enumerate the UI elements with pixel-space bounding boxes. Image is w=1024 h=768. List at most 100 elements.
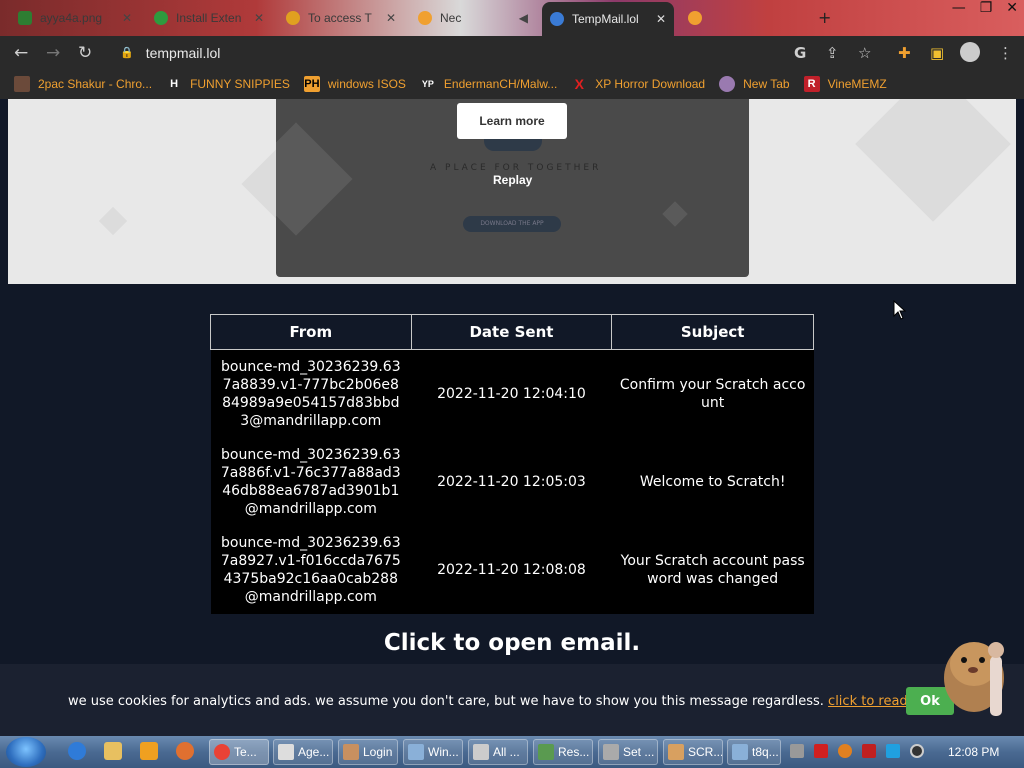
bookmark-label: VineMEMZ	[827, 77, 887, 91]
taskbar-item-age[interactable]: Age...	[273, 739, 333, 765]
taskbar-item-win[interactable]: Win...	[403, 739, 463, 765]
close-window-icon[interactable]: ✕	[1006, 0, 1018, 16]
bookmark-label: windows ISOS	[327, 77, 406, 91]
2pac-icon	[14, 76, 30, 92]
tab-3[interactable]: To access T ✕	[278, 4, 404, 32]
bookmark-vinememz[interactable]: R VineMEMZ	[803, 76, 887, 92]
side-panel-icon[interactable]: ▣	[930, 44, 944, 62]
bookmark-2pac[interactable]: 2pac Shakur - Chro...	[14, 76, 152, 92]
share-icon[interactable]: ⇪	[826, 44, 839, 62]
taskbar-item-label: Res...	[558, 745, 590, 759]
email-row[interactable]: bounce-md_30236239.637a886f.v1-76c377a88…	[210, 437, 814, 526]
email-row[interactable]: bounce-md_30236239.637a8839.v1-777bc2b06…	[210, 349, 814, 438]
decor-diamond	[855, 99, 1011, 222]
decor-diamond	[98, 206, 128, 236]
start-button[interactable]	[6, 737, 46, 767]
action-center-flag-icon[interactable]	[862, 744, 876, 758]
bookmark-endermanch[interactable]: YP EndermanCH/Malw...	[420, 76, 557, 92]
google-icon[interactable]: G	[794, 44, 806, 62]
taskbar-item-all[interactable]: All ...	[468, 739, 528, 765]
email-from[interactable]: bounce-md_30236239.637a8839.v1-777bc2b06…	[210, 349, 412, 438]
download-app-button[interactable]: DOWNLOAD THE APP	[463, 216, 561, 232]
internet-explorer-icon[interactable]	[68, 742, 86, 760]
decor-diamond	[276, 122, 353, 236]
taskbar-item-scr[interactable]: SCR...	[663, 739, 723, 765]
bookmark-xp-horror[interactable]: X XP Horror Download	[571, 76, 706, 92]
close-tab-icon[interactable]: ✕	[122, 11, 132, 25]
tab-1[interactable]: ayya4a.png ✕	[10, 4, 140, 32]
window-icon	[278, 744, 294, 760]
app-launcher-icon[interactable]	[176, 742, 194, 760]
close-tab-icon[interactable]: ✕	[386, 11, 396, 25]
close-tab-icon[interactable]: ✕	[254, 11, 264, 25]
page-content: A PLACE FOR TOGETHER Replay DOWNLOAD THE…	[0, 99, 1024, 736]
cookie-message: we use cookies for analytics and ads. we…	[68, 694, 946, 709]
tab-label: ayya4a.png	[40, 11, 103, 25]
maximize-icon[interactable]: ❐	[980, 0, 993, 16]
bookmark-star-icon[interactable]: ☆	[858, 44, 871, 62]
close-tab-icon[interactable]: ✕	[656, 12, 666, 26]
email-subject[interactable]: Confirm your Scratch account	[611, 349, 814, 438]
taskbar-item-t8q[interactable]: t8q...	[727, 739, 781, 765]
taskbar-item-label: Set ...	[623, 745, 655, 759]
new-tab-icon[interactable]: +	[818, 8, 831, 27]
email-date[interactable]: 2022-11-20 12:04:10	[411, 349, 612, 438]
bookmark-windows-isos[interactable]: PH windows ISOS	[303, 76, 406, 92]
tab-4[interactable]: Nec ◀	[410, 4, 536, 32]
shield-icon	[154, 11, 168, 25]
taskbar-item-res[interactable]: Res...	[533, 739, 593, 765]
settings-icon	[603, 744, 619, 760]
replay-button[interactable]: Replay	[493, 173, 532, 187]
bookmark-funny-snippies[interactable]: H FUNNY SNIPPIES	[166, 76, 290, 92]
r-logo-icon: R	[803, 76, 820, 92]
menu-kebab-icon[interactable]: ⋮	[998, 44, 1013, 62]
tray-v-icon[interactable]	[814, 744, 828, 758]
resource-icon	[538, 744, 554, 760]
tray-search-icon[interactable]	[838, 744, 852, 758]
taskbar-item-label: Win...	[428, 745, 459, 759]
reload-icon[interactable]: ↻	[78, 43, 92, 63]
browser-toolbar: ← → ↻ 🔒 tempmail.lol G ⇪ ☆ ✚ ▣ ⋮	[0, 36, 1024, 69]
taskbar-item-label: Te...	[234, 745, 257, 759]
taskbar-item-login[interactable]: Login	[338, 739, 398, 765]
decor-diamond	[662, 201, 688, 227]
tool-icon	[668, 744, 684, 760]
email-from[interactable]: bounce-md_30236239.637a886f.v1-76c377a88…	[210, 437, 412, 526]
tab-tempmail[interactable]: TempMail.lol ✕	[542, 2, 674, 36]
email-subject[interactable]: Welcome to Scratch!	[611, 437, 814, 526]
cookie-banner: we use cookies for analytics and ads. we…	[0, 642, 1024, 736]
profile-avatar-icon[interactable]	[960, 42, 980, 62]
url-text: tempmail.lol	[145, 44, 221, 61]
email-date[interactable]: 2022-11-20 12:05:03	[411, 437, 612, 526]
file-explorer-icon[interactable]	[104, 742, 122, 760]
minimize-icon[interactable]: —	[952, 0, 966, 16]
back-icon[interactable]: ←	[14, 43, 28, 63]
email-row[interactable]: bounce-md_30236239.637a8927.v1-f016ccda7…	[210, 525, 814, 614]
address-bar[interactable]: 🔒 tempmail.lol	[108, 39, 888, 66]
tab-6[interactable]	[680, 4, 810, 32]
email-date[interactable]: 2022-11-20 12:08:08	[411, 525, 612, 614]
mouse-cursor-icon	[893, 300, 907, 320]
x-logo-icon: X	[574, 76, 584, 92]
system-clock[interactable]: 12:08 PM	[948, 745, 999, 759]
bookmark-new-tab[interactable]: New Tab	[719, 76, 790, 92]
tab-label: Nec	[440, 11, 462, 25]
learn-more-button[interactable]: Learn more	[457, 103, 567, 139]
window-icon	[473, 744, 489, 760]
tray-app-icon[interactable]	[790, 744, 804, 758]
network-icon[interactable]	[886, 744, 900, 758]
forward-icon[interactable]: →	[46, 43, 60, 63]
volume-icon[interactable]	[910, 744, 924, 758]
email-from[interactable]: bounce-md_30236239.637a8927.v1-f016ccda7…	[210, 525, 412, 614]
tab-2[interactable]: Install Exten ✕	[146, 4, 272, 32]
ad-banner: A PLACE FOR TOGETHER Replay DOWNLOAD THE…	[8, 99, 1016, 284]
taskbar-item-chrome[interactable]: Te...	[209, 739, 269, 765]
lock-icon[interactable]: 🔒	[120, 46, 134, 59]
cookie-text: we use cookies for analytics and ads. we…	[68, 694, 824, 709]
media-player-icon[interactable]	[140, 742, 158, 760]
bookmark-label: EndermanCH/Malw...	[443, 77, 558, 91]
mute-icon[interactable]: ◀	[519, 11, 528, 25]
extensions-icon[interactable]: ✚	[898, 44, 911, 62]
email-subject[interactable]: Your Scratch account password was change…	[611, 525, 814, 614]
taskbar-item-set[interactable]: Set ...	[598, 739, 658, 765]
